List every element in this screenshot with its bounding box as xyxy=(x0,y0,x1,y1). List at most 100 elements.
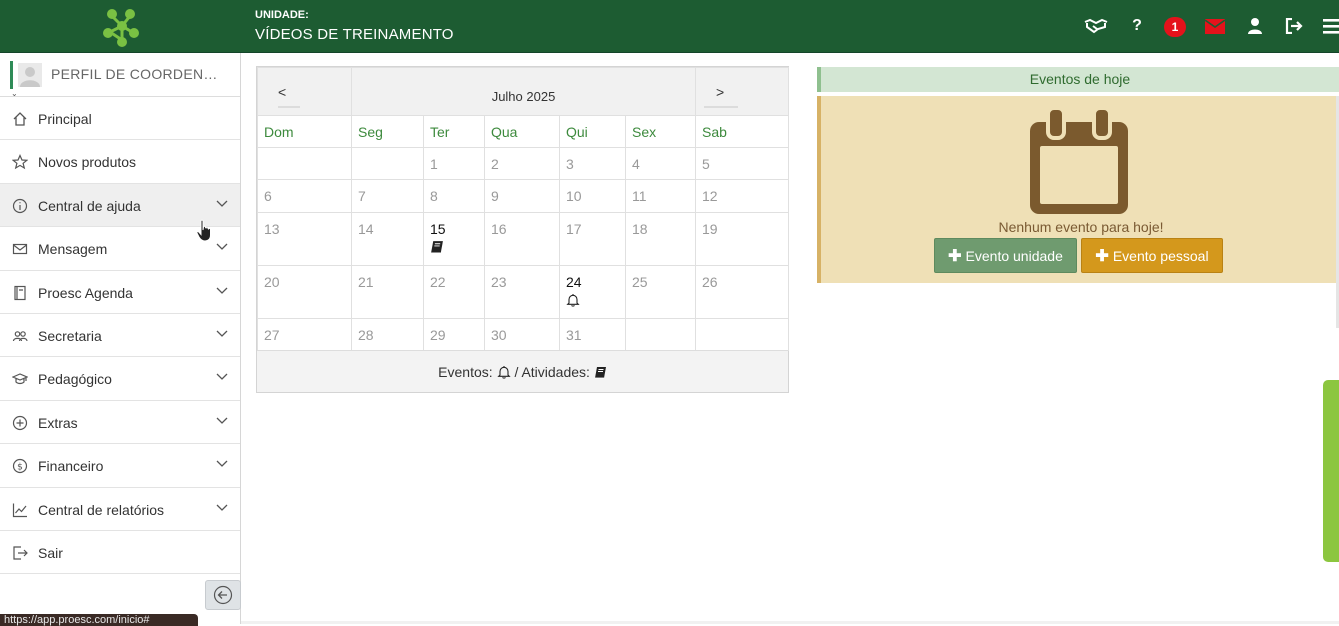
add-personal-event-button[interactable]: ✚ Evento pessoal xyxy=(1081,238,1223,273)
calendar-day-cell[interactable]: 27 xyxy=(257,318,352,351)
user-icon[interactable] xyxy=(1243,15,1267,37)
sidebar-item-label: Proesc Agenda xyxy=(38,284,133,301)
arrow-left-circle-icon xyxy=(213,585,233,605)
calendar-day-cell[interactable]: 8 xyxy=(423,179,485,213)
calendar-day-cell[interactable]: 31 xyxy=(559,318,626,351)
calendar-day-cell[interactable]: 11 xyxy=(624,179,697,213)
calendar-day-cell[interactable]: 19 xyxy=(695,212,790,266)
logout-icon[interactable] xyxy=(1282,15,1306,37)
next-underline xyxy=(704,106,739,108)
calendar-day-cell[interactable]: 25 xyxy=(624,265,697,319)
calendar-empty-cell xyxy=(624,318,697,351)
collapse-sidebar-button[interactable] xyxy=(205,580,241,610)
sidebar-item-pedagogico[interactable]: Pedagógico xyxy=(0,357,240,401)
status-bar-url: https://app.proesc.com/inicio# xyxy=(0,614,198,626)
next-month-button[interactable]: > xyxy=(695,67,790,116)
sidebar-item-secretaria[interactable]: Secretaria xyxy=(0,313,240,358)
activity-book-icon xyxy=(431,241,443,254)
day-number: 16 xyxy=(491,221,507,237)
handshake-icon[interactable] xyxy=(1084,15,1108,37)
feedback-side-tab[interactable] xyxy=(1323,380,1339,562)
chevron-down-icon xyxy=(216,330,228,337)
day-number: 12 xyxy=(702,188,718,204)
sidebar-item-financeiro[interactable]: $ Financeiro xyxy=(0,444,240,488)
calendar-day-cell[interactable]: 29 xyxy=(423,318,485,351)
prev-underline xyxy=(278,106,300,108)
calendar-day-cell[interactable]: 26 xyxy=(695,265,790,319)
proesc-logo[interactable] xyxy=(98,4,144,50)
sidebar-item-novos-produtos[interactable]: Novos produtos xyxy=(0,140,240,184)
weekday-label: Seg xyxy=(351,115,424,148)
day-number: 28 xyxy=(358,327,374,343)
calendar-day-cell[interactable]: 22 xyxy=(423,265,485,319)
calendar-day-cell[interactable]: 30 xyxy=(484,318,560,351)
chevron-down-icon xyxy=(216,373,228,381)
day-number: 1 xyxy=(430,156,438,172)
calendar-day-cell[interactable]: 15 xyxy=(423,212,485,266)
unit-name[interactable]: VÍDEOS DE TREINAMENTO xyxy=(255,26,454,43)
add-unit-event-label: Evento unidade xyxy=(965,247,1063,264)
sidebar-item-label: Financeiro xyxy=(38,458,104,475)
calendar-day-cell[interactable]: 13 xyxy=(257,212,352,266)
sidebar-item-extras[interactable]: Extras xyxy=(0,400,240,445)
sidebar-item-label: Mensagem xyxy=(38,241,108,258)
calendar-day-cell[interactable]: 1 xyxy=(423,147,485,180)
day-number: 18 xyxy=(632,221,648,237)
weekday-label: Sex xyxy=(624,115,697,148)
calendar-day-cell[interactable]: 21 xyxy=(351,265,424,319)
profile-accent-bar xyxy=(10,61,13,89)
calendar-day-cell[interactable]: 10 xyxy=(559,179,626,213)
sidebar-item-label: Central de relatórios xyxy=(38,501,165,518)
avatar xyxy=(18,63,42,87)
sidebar-item-principal[interactable]: Principal xyxy=(0,97,240,141)
sidebar-item-central-de-relatorios[interactable]: Central de relatórios xyxy=(0,487,240,531)
notification-badge[interactable]: 1 xyxy=(1164,17,1186,37)
hamburger-menu-icon[interactable] xyxy=(1320,15,1339,37)
sidebar-item-label: Novos produtos xyxy=(38,154,137,171)
day-number: 9 xyxy=(491,188,499,204)
sidebar-item-label: Secretaria xyxy=(38,327,102,344)
day-number: 5 xyxy=(702,156,710,172)
day-number: 14 xyxy=(358,221,374,237)
add-unit-event-button[interactable]: ✚ Evento unidade xyxy=(934,238,1077,273)
day-number: 6 xyxy=(264,188,272,204)
prev-month-button[interactable]: < xyxy=(257,67,352,116)
hand-cursor-icon xyxy=(196,219,211,242)
calendar-day-cell[interactable]: 18 xyxy=(624,212,697,266)
no-events-message: Nenhum evento para hoje! xyxy=(998,219,1164,235)
calendar-day-cell[interactable]: 14 xyxy=(351,212,424,266)
dollar-circle-icon: $ xyxy=(12,459,28,474)
chevron-down-icon xyxy=(216,287,228,294)
calendar-day-cell[interactable]: 17 xyxy=(559,212,626,266)
sidebar-item-label: Sair xyxy=(38,544,63,561)
calendar-day-cell[interactable]: 28 xyxy=(351,318,424,351)
calendar-day-cell[interactable]: 23 xyxy=(484,265,560,319)
chevron-down-icon xyxy=(216,504,228,511)
calendar-day-cell[interactable]: 3 xyxy=(559,147,626,180)
home-icon xyxy=(13,112,27,126)
calendar-day-cell[interactable]: 9 xyxy=(484,179,560,213)
svg-text:$: $ xyxy=(17,462,23,472)
mail-icon[interactable] xyxy=(1203,15,1227,37)
calendar-day-cell[interactable]: 5 xyxy=(695,147,790,180)
calendar-day-cell[interactable]: 16 xyxy=(484,212,560,266)
day-number: 11 xyxy=(632,188,647,204)
day-number: 2 xyxy=(491,156,499,172)
calendar-day-cell[interactable]: 4 xyxy=(624,147,697,180)
calendar-day-cell[interactable]: 7 xyxy=(351,179,424,213)
weekday-header-row: Dom Seg Ter Qua Qui Sex Sab xyxy=(257,115,790,148)
calendar-day-cell[interactable]: 6 xyxy=(257,179,352,213)
calendar-day-cell[interactable]: 20 xyxy=(257,265,352,319)
profile-name: PERFIL DE COORDENAÇÃO xyxy=(51,66,226,82)
calendar-table: < Julho 2025 > Dom Seg Ter Qua Qui Sex S… xyxy=(257,67,790,351)
sidebar-item-proesc-agenda[interactable]: Proesc Agenda xyxy=(0,270,240,314)
weekday-label: Qui xyxy=(559,115,626,148)
calendar-day-cell[interactable]: 2 xyxy=(484,147,560,180)
calendar-day-cell[interactable]: 12 xyxy=(695,179,790,213)
day-number: 30 xyxy=(491,327,507,343)
help-icon[interactable]: ? xyxy=(1125,15,1149,37)
sidebar-item-sair[interactable]: Sair xyxy=(0,530,240,575)
calendar-day-cell[interactable]: 24 xyxy=(559,265,626,319)
day-number: 31 xyxy=(566,327,582,343)
profile-selector[interactable]: PERFIL DE COORDENAÇÃO ⌄ xyxy=(0,53,240,98)
